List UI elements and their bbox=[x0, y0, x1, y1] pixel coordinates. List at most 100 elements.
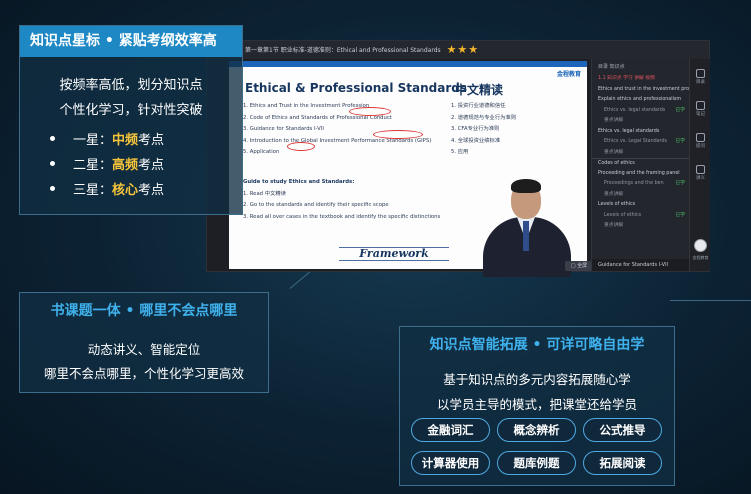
slide-cn-item[interactable]: 3. CFA专业行为准则 bbox=[451, 124, 516, 136]
bullet-icon bbox=[50, 161, 55, 166]
sidebar-item[interactable]: 重点讲解 bbox=[592, 221, 689, 232]
sidebar-item[interactable]: 1.1 知识点 学习 讲解 视频 bbox=[592, 74, 689, 85]
sidebar-item-label: Levels of ethics bbox=[598, 202, 636, 207]
star-level-item: 三星：核心考点 bbox=[50, 178, 164, 203]
window-title-bar: 第一章第1节 职业标准-道德准则：Ethical and Professiona… bbox=[207, 41, 709, 59]
chip-formula-derivation[interactable]: 公式推导 bbox=[583, 418, 662, 442]
chip-question-bank[interactable]: 题库例题 bbox=[497, 451, 576, 475]
slide-cn-item[interactable]: 5. 应用 bbox=[451, 147, 516, 159]
rail-item-outline[interactable]: 目录 bbox=[690, 69, 711, 85]
panel-text: 基于知识点的多元内容拓展随心学 bbox=[443, 372, 631, 387]
panel-title: 书课题一体 • 哪里不会点哪里 bbox=[50, 303, 238, 319]
chip-finance-terms[interactable]: 金融词汇 bbox=[411, 418, 490, 442]
slide-topic-item[interactable]: 2. Code of Ethics and Standards of Profe… bbox=[243, 113, 443, 125]
panel-text: 哪里不会点哪里，个性化学习更高效 bbox=[43, 366, 244, 381]
star-level-suffix: 考点 bbox=[138, 133, 165, 148]
sidebar-item-label: Explain ethics and professionalism bbox=[598, 97, 682, 102]
sidebar-item-label: Codes of ethics bbox=[598, 161, 635, 166]
avatar[interactable] bbox=[694, 239, 707, 252]
rail-label: 讲义 bbox=[696, 176, 705, 181]
fullscreen-button[interactable]: □ 全屏 bbox=[565, 261, 593, 271]
sidebar-item[interactable]: Levels of ethics bbox=[592, 200, 689, 211]
presenter-video bbox=[477, 171, 577, 277]
note-icon bbox=[696, 101, 705, 110]
list-icon bbox=[696, 69, 705, 78]
panel-title: 知识点智能拓展 • 可详可略自由学 bbox=[429, 337, 645, 353]
sidebar-item[interactable]: Explain ethics and professionalism bbox=[592, 95, 689, 106]
sidebar-item[interactable]: Ethics vs. Legal Standards 已学 bbox=[592, 137, 689, 148]
sidebar-item-label: 重点讲解 bbox=[604, 149, 624, 155]
slide-cn-item[interactable]: 4. 全球投资业绩标准 bbox=[451, 136, 516, 148]
slide-topic-item[interactable]: 1. Ethics and Trust in the Investment Pr… bbox=[243, 101, 443, 113]
sidebar-item-label: 重点讲解 bbox=[604, 223, 624, 228]
sidebar-item[interactable]: Codes of ethics bbox=[592, 158, 689, 169]
star-level-highlight: 核心 bbox=[112, 183, 139, 198]
sidebar-item[interactable]: Ethics vs. legal standards bbox=[592, 127, 689, 138]
avatar-label: 金程教育 bbox=[692, 255, 709, 260]
chip-extended-reading[interactable]: 拓展阅读 bbox=[583, 451, 662, 475]
status-badge: 已学 bbox=[675, 107, 685, 113]
tool-rail: 目录 笔记 提问 讲义 金程教育 bbox=[689, 59, 710, 271]
slide-cn-title: 中文精读 bbox=[455, 83, 504, 97]
star-level-highlight: 中频 bbox=[112, 133, 139, 148]
sidebar-rows: 1.1 知识点 学习 讲解 视频 Ethics and trust in the … bbox=[592, 74, 689, 232]
rail-item-question[interactable]: 提问 bbox=[690, 133, 711, 149]
slide-topic-list: 1. Ethics and Trust in the Investment Pr… bbox=[243, 101, 443, 159]
sidebar-item-label: Proceedings and the ben bbox=[604, 181, 664, 186]
sidebar-item-label: 重点讲解 bbox=[604, 118, 624, 123]
sidebar-item-label: Ethics vs. legal standards bbox=[598, 128, 660, 134]
star-level-list: 一星：中频考点 二星：高频考点 三星：核心考点 bbox=[50, 128, 164, 203]
annotation-circle bbox=[373, 130, 423, 139]
rail-label: 笔记 bbox=[696, 112, 705, 117]
annotation-circle bbox=[287, 142, 315, 151]
status-badge: 已学 bbox=[675, 139, 685, 144]
document-icon bbox=[696, 165, 705, 174]
chip-concept-analysis[interactable]: 概念辨析 bbox=[497, 418, 576, 442]
panel-text: 个性化学习，针对性突破 bbox=[59, 103, 203, 118]
sidebar-item[interactable]: 重点讲解 bbox=[592, 190, 689, 201]
star-level-item: 二星：高频考点 bbox=[50, 153, 164, 178]
status-badge: 已学 bbox=[675, 212, 685, 218]
slide-topic-item[interactable]: 5. Application bbox=[243, 147, 443, 159]
window-title: 第一章第1节 职业标准-道德准则：Ethical and Professiona… bbox=[245, 47, 441, 54]
book-course-panel: 书课题一体 • 哪里不会点哪里 动态讲义、智能定位 哪里不会点哪里，个性化学习更… bbox=[19, 292, 269, 393]
sidebar-item-label: Ethics vs. legal standards bbox=[604, 107, 666, 113]
sidebar-item[interactable]: Levels of ethics 已学 bbox=[592, 211, 689, 222]
status-badge: 已学 bbox=[675, 181, 685, 186]
star-level-suffix: 考点 bbox=[138, 183, 165, 198]
chip-calculator-usage[interactable]: 计算器使用 bbox=[411, 451, 490, 475]
sidebar-header: 目录 知识点 bbox=[598, 64, 625, 70]
presenter-hair bbox=[511, 179, 541, 193]
sidebar-item-label: Ethics and trust in the investment pro bbox=[598, 86, 689, 92]
slide-header-bar bbox=[229, 61, 587, 67]
sidebar-item[interactable]: Proceeding and the framing panel bbox=[592, 169, 689, 180]
rail-item-handout[interactable]: 讲义 bbox=[690, 165, 711, 181]
star-level-label: 一星： bbox=[73, 133, 113, 148]
slide-title: Ethical & Professional Standards bbox=[245, 81, 467, 95]
outline-sidebar: 目录 知识点 1.1 知识点 学习 讲解 视频 Ethics and trust … bbox=[591, 59, 689, 271]
panel-title: 知识点星标 • 紧贴考纲效率高 bbox=[20, 26, 242, 57]
slide-guide-item: 3. Read all over cases in the textbook a… bbox=[243, 213, 441, 220]
slide-cn-item[interactable]: 1. 投资行业道德和信任 bbox=[451, 101, 516, 113]
slide-cn-item[interactable]: 2. 道德规范与专业行为准则 bbox=[451, 113, 516, 125]
star-level-label: 三星： bbox=[73, 183, 113, 198]
sidebar-item[interactable]: Ethics and trust in the investment pro bbox=[592, 85, 689, 96]
slide-guide-item: 2. Go to the standards and identify thei… bbox=[243, 202, 389, 208]
slide-guide-item: 1. Read 中文精读 bbox=[243, 190, 286, 197]
bullet-icon bbox=[50, 136, 55, 141]
sidebar-footer[interactable]: Guidance for Standards I-VII bbox=[592, 259, 689, 271]
slide-guide-title: Guide to study Ethics and Standards: bbox=[243, 179, 355, 185]
sidebar-item[interactable]: Proceedings and the ben 已学 bbox=[592, 179, 689, 190]
star-level-label: 二星： bbox=[73, 158, 113, 173]
star-level-highlight: 高频 bbox=[112, 158, 139, 173]
sidebar-item-label: Ethics vs. Legal Standards bbox=[604, 139, 668, 144]
sidebar-item-label: 1.1 知识点 学习 讲解 视频 bbox=[598, 76, 655, 81]
rail-label: 目录 bbox=[696, 80, 705, 85]
sidebar-item[interactable]: 重点讲解 bbox=[592, 148, 689, 159]
panel-text: 以学员主导的模式，把课堂还给学员 bbox=[436, 397, 637, 412]
rail-item-notes[interactable]: 笔记 bbox=[690, 101, 711, 117]
star-rating-panel: 知识点星标 • 紧贴考纲效率高 按频率高低，划分知识点 个性化学习，针对性突破 … bbox=[19, 25, 243, 215]
sidebar-item[interactable]: 重点讲解 bbox=[592, 116, 689, 127]
sidebar-item[interactable]: Ethics vs. legal standards 已学 bbox=[592, 106, 689, 117]
star-rating: ★★★ bbox=[446, 43, 480, 56]
